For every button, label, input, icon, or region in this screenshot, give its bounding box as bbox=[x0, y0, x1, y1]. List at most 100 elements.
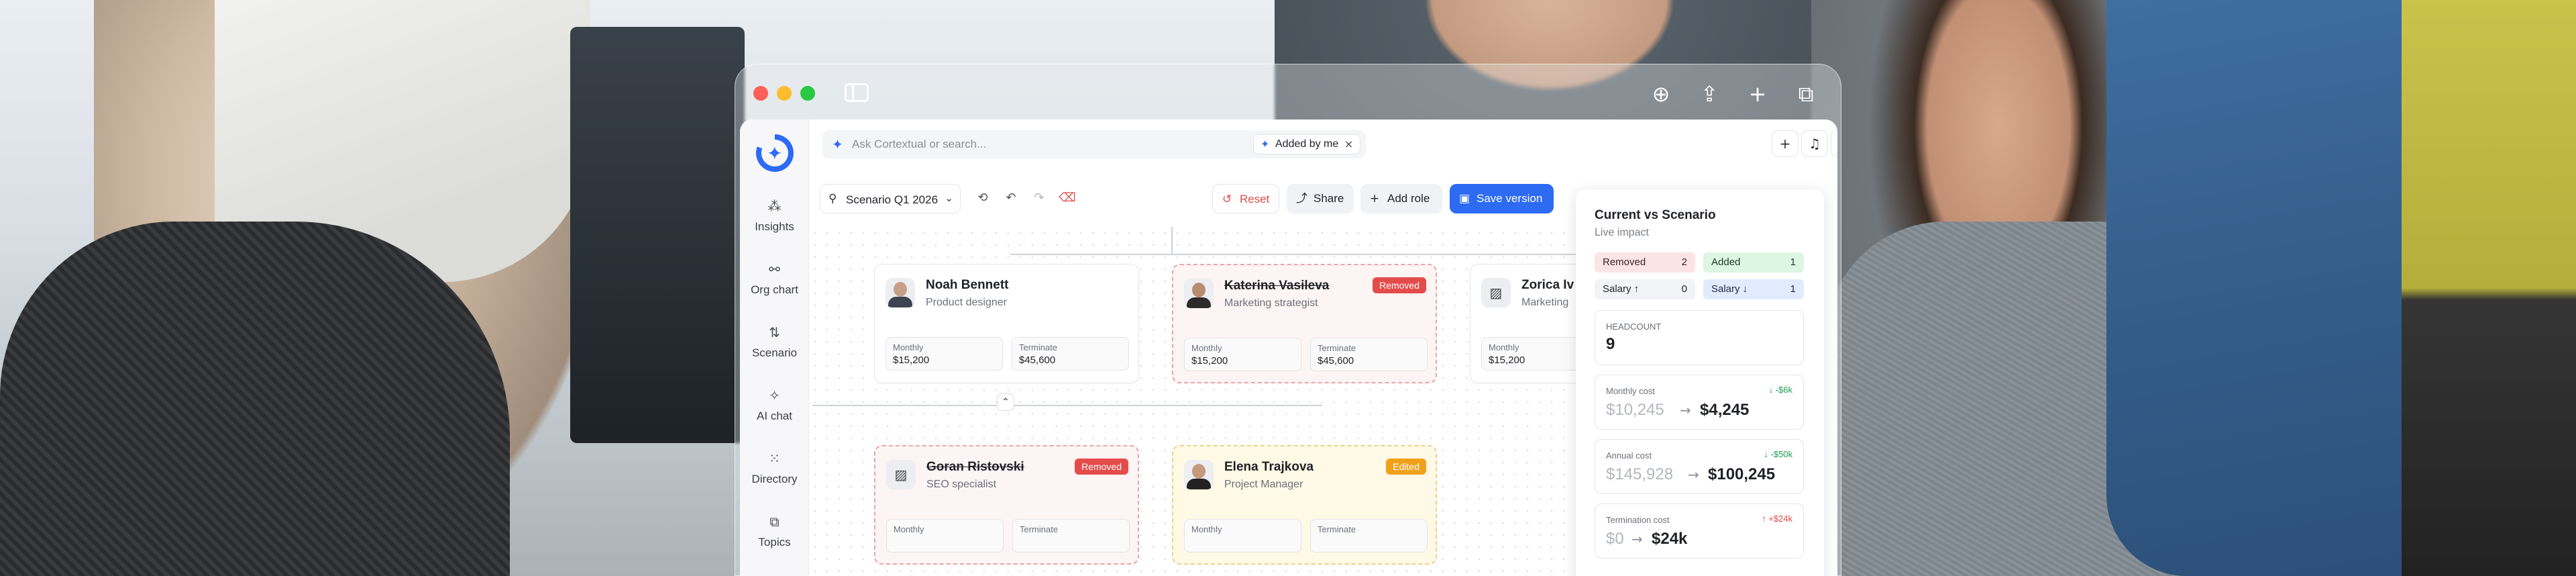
topics-icon: ⧉ bbox=[769, 514, 780, 530]
stat-old-value: $10,245 bbox=[1606, 401, 1664, 419]
employee-card[interactable]: Elena Trajkova Project Manager Edited Mo… bbox=[1172, 445, 1437, 565]
connector-line bbox=[812, 405, 1322, 406]
sidebar-item-topics[interactable]: ⧉ Topics bbox=[740, 512, 809, 565]
app-window: ✦ ⁂ Insights ⚯ Org chart ⇅ Scenario ✧ AI… bbox=[740, 119, 1837, 576]
salary-down-pill: Salary ↓ 1 bbox=[1703, 279, 1804, 299]
monthly-metric: Monthly bbox=[1184, 519, 1301, 553]
maximize-window-button[interactable] bbox=[800, 86, 815, 101]
headcount-stat: HEADCOUNT 9 bbox=[1595, 310, 1804, 365]
directory-icon: ⁙ bbox=[769, 450, 780, 467]
insights-icon: ⁂ bbox=[767, 198, 782, 214]
stat-new-value: $100,245 bbox=[1708, 465, 1776, 483]
org-chart-canvas[interactable]: Noah Bennett Product designer Monthly $1… bbox=[809, 227, 1735, 576]
employee-card[interactable]: Katerina Vasileva Marketing strategist R… bbox=[1172, 264, 1437, 383]
share-icon: ⤴ bbox=[1296, 192, 1307, 205]
sidebar-item-label: Org chart bbox=[751, 283, 798, 296]
employee-name: Elena Trajkova bbox=[1224, 460, 1314, 474]
trash-icon[interactable]: ⌫ bbox=[1059, 191, 1076, 208]
terminate-metric: Terminate $45,600 bbox=[1012, 337, 1129, 371]
browser-titlebar: ⊕ ⇪ + ⧉ bbox=[735, 64, 1841, 119]
avatar bbox=[1184, 279, 1214, 308]
employee-role: Marketing strategist bbox=[1224, 297, 1318, 309]
status-badge: Removed bbox=[1373, 277, 1426, 293]
add-button[interactable]: + bbox=[1772, 130, 1799, 157]
pill-count: 1 bbox=[1790, 283, 1796, 295]
annual-cost-stat: Annual cost ↓ -$50k $145,928 → $100,245 bbox=[1595, 439, 1804, 494]
impact-panel: Current vs Scenario Live impact Removed … bbox=[1576, 189, 1824, 576]
sidebar-item-label: Scenario bbox=[751, 346, 798, 359]
stat-value: 9 bbox=[1606, 335, 1615, 353]
sidebar-item-label: Topics bbox=[758, 536, 791, 548]
minimize-window-button[interactable] bbox=[777, 86, 792, 101]
image-placeholder-icon: ▨ bbox=[1489, 285, 1503, 301]
metric-value: $15,200 bbox=[893, 354, 930, 366]
add-role-button[interactable]: + Add role bbox=[1360, 184, 1442, 213]
reset-label: Reset bbox=[1240, 193, 1270, 205]
notification-bell-icon[interactable]: ♫ bbox=[1801, 130, 1828, 157]
sidebar-item-directory[interactable]: ⁙ Directory bbox=[740, 448, 809, 502]
plus-icon: + bbox=[1370, 192, 1380, 205]
sidebar-item-insights[interactable]: ⁂ Insights bbox=[740, 196, 809, 250]
employee-card[interactable]: Noah Bennett Product designer Monthly $1… bbox=[874, 264, 1139, 383]
employee-role: Marketing bbox=[1521, 297, 1569, 308]
tabs-overview-icon[interactable]: ⧉ bbox=[1791, 79, 1821, 109]
sparkle-icon: ✦ bbox=[1260, 138, 1270, 150]
stat-label: Termination cost bbox=[1606, 515, 1670, 525]
share-button[interactable]: ⤴ Share bbox=[1287, 184, 1354, 213]
sidebar-item-ai-chat[interactable]: ✧ AI chat bbox=[740, 385, 809, 439]
removed-pill: Removed 2 bbox=[1595, 252, 1695, 273]
scenario-select[interactable]: ⚲ Scenario Q1 2026 ⌄ bbox=[820, 184, 961, 213]
terminate-metric: Terminate bbox=[1012, 519, 1130, 553]
impact-title: Current vs Scenario bbox=[1595, 208, 1716, 222]
close-window-button[interactable] bbox=[753, 86, 768, 101]
metric-label: Monthly bbox=[1191, 343, 1222, 353]
metric-label: Terminate bbox=[1019, 342, 1058, 352]
history-icon[interactable]: ⟲ bbox=[974, 191, 991, 208]
save-icon: ▣ bbox=[1459, 192, 1470, 205]
sidebar-item-scenario[interactable]: ⇅ Scenario bbox=[740, 322, 809, 376]
stat-label: Monthly cost bbox=[1606, 386, 1655, 396]
metric-value: $45,600 bbox=[1318, 355, 1354, 367]
sidebar-toggle-icon[interactable] bbox=[845, 83, 869, 102]
monthly-cost-stat: Monthly cost ↓ -$6k $10,245 → $4,245 bbox=[1595, 375, 1804, 430]
undo-icon[interactable]: ↶ bbox=[1002, 191, 1020, 208]
redo-icon[interactable]: ↷ bbox=[1030, 191, 1048, 208]
terminate-metric: Terminate bbox=[1310, 519, 1428, 553]
stat-new-value: $4,245 bbox=[1700, 401, 1750, 419]
collapse-chevron-up-icon[interactable]: ⌃ bbox=[997, 393, 1014, 411]
avatar: ▨ bbox=[886, 460, 916, 489]
employee-card[interactable]: ▨ Goran Ristovski SEO specialist Removed… bbox=[874, 445, 1139, 565]
sidebar-item-org-chart[interactable]: ⚯ Org chart bbox=[740, 259, 809, 313]
avatar: ▨ bbox=[1481, 278, 1511, 307]
filter-chip[interactable]: ✦ Added by me × bbox=[1253, 134, 1361, 154]
filter-chip-label: Added by me bbox=[1275, 138, 1339, 150]
search-input[interactable]: ✦ Ask Cortextual or search... ✦ Added by… bbox=[822, 130, 1366, 158]
share-icon[interactable]: ⇪ bbox=[1695, 79, 1724, 109]
save-version-button[interactable]: ▣ Save version bbox=[1450, 184, 1554, 213]
termination-cost-stat: Termination cost ↑ +$24k $0 → $24k bbox=[1595, 503, 1804, 559]
metric-value: $15,200 bbox=[1191, 355, 1228, 367]
pill-count: 2 bbox=[1681, 256, 1687, 268]
close-icon[interactable]: × bbox=[1344, 135, 1353, 154]
user-settings-icon[interactable]: ⚇ bbox=[1831, 130, 1837, 157]
download-icon[interactable]: ⊕ bbox=[1646, 79, 1676, 109]
metric-label: Monthly bbox=[894, 524, 924, 534]
save-version-label: Save version bbox=[1477, 192, 1543, 205]
connector-line bbox=[1171, 227, 1173, 254]
new-tab-icon[interactable]: + bbox=[1743, 79, 1772, 109]
employee-role: Project Manager bbox=[1224, 479, 1303, 490]
ai-chat-icon: ✧ bbox=[769, 387, 780, 403]
added-pill: Added 1 bbox=[1703, 252, 1804, 273]
app-logo[interactable]: ✦ bbox=[756, 134, 794, 172]
add-role-label: Add role bbox=[1387, 192, 1430, 205]
avatar bbox=[885, 278, 915, 307]
reset-button[interactable]: ↺ Reset bbox=[1212, 184, 1279, 213]
share-label: Share bbox=[1313, 192, 1344, 205]
employee-name: Katerina Vasileva bbox=[1224, 279, 1330, 293]
office-chair bbox=[0, 222, 510, 576]
impact-subtitle: Live impact bbox=[1595, 227, 1649, 238]
pill-label: Added bbox=[1711, 256, 1741, 268]
scenario-icon: ⇅ bbox=[769, 324, 780, 340]
logo-star-icon: ✦ bbox=[767, 142, 783, 164]
pill-label: Removed bbox=[1603, 256, 1646, 268]
